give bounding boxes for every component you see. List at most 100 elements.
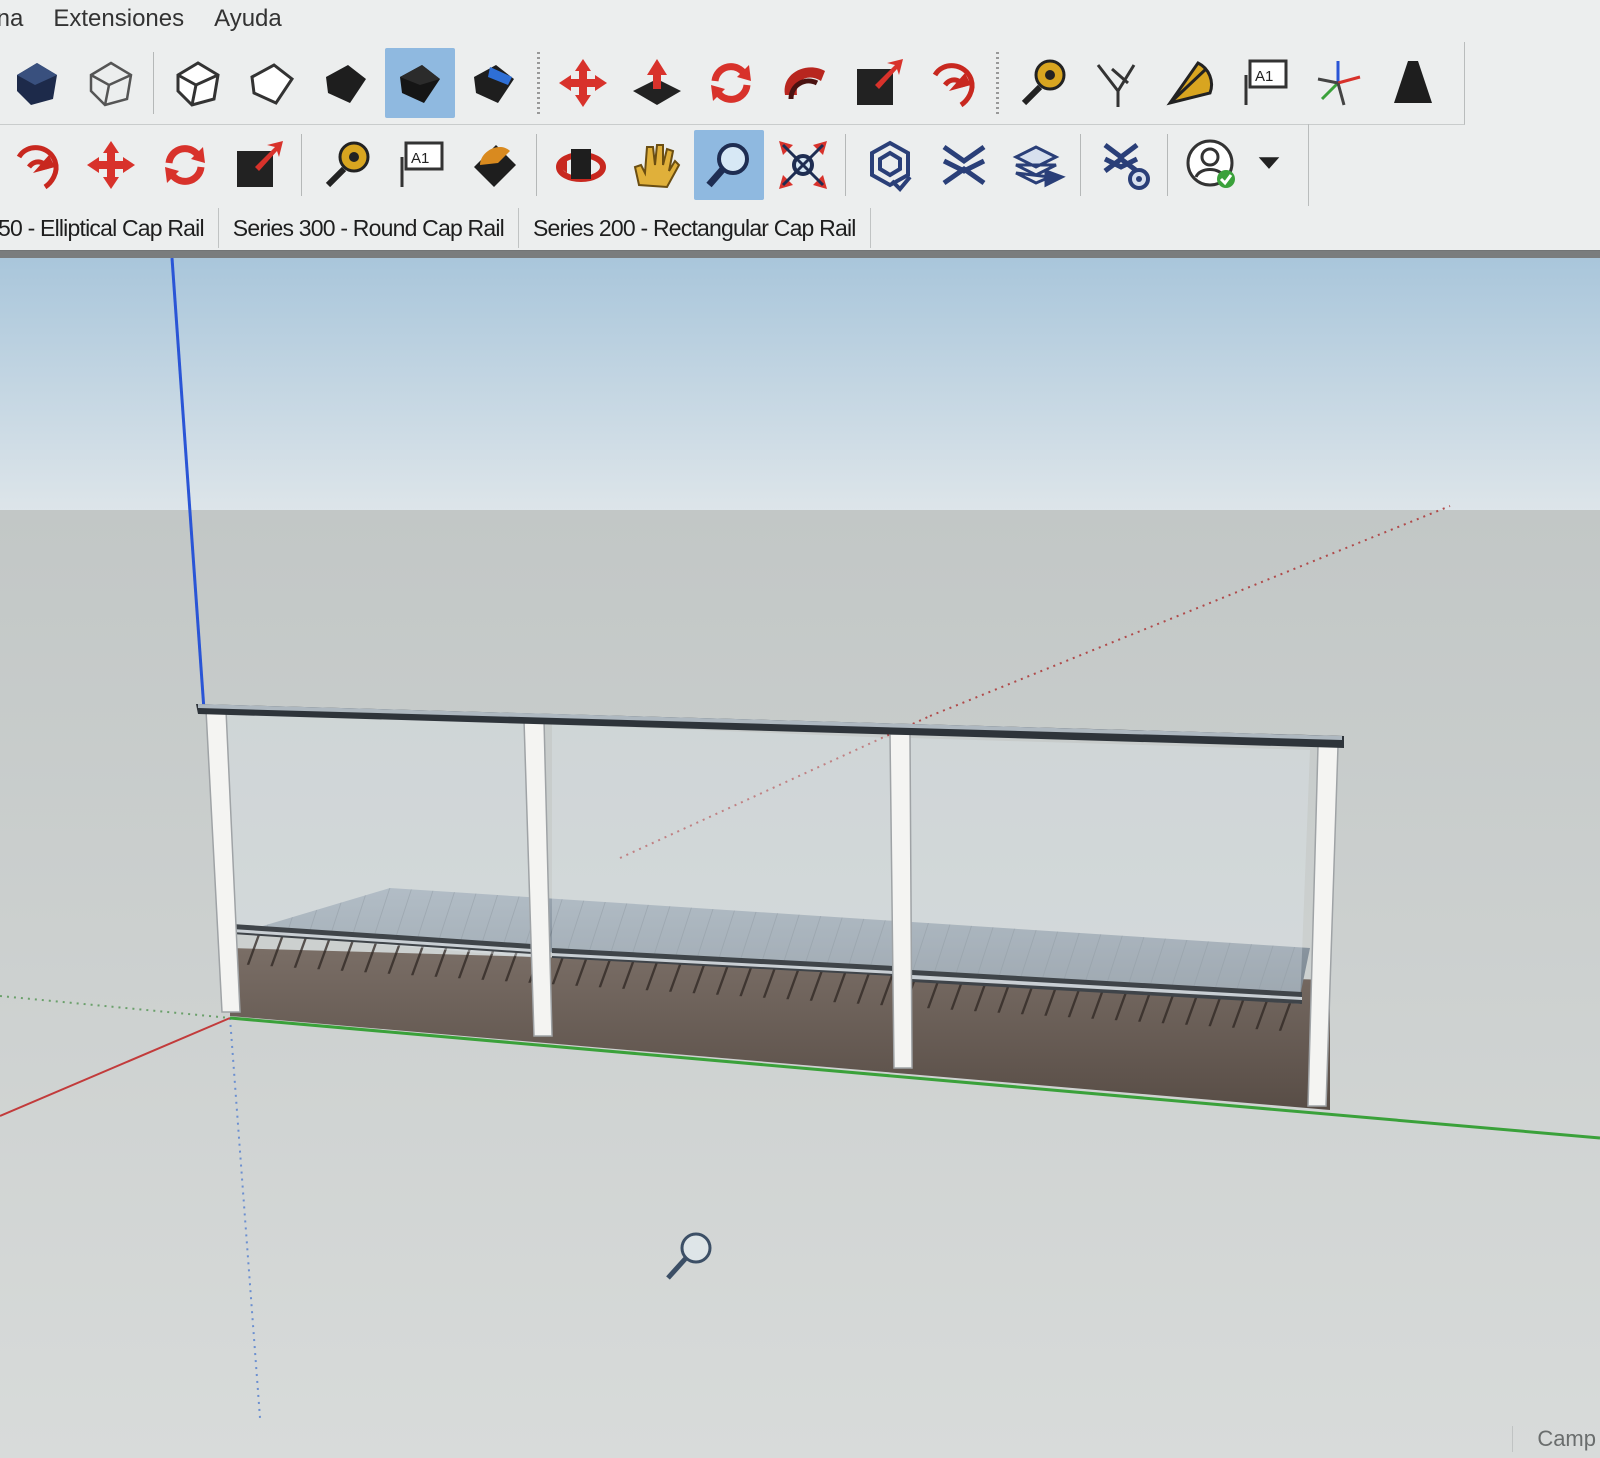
scene-tabs: 50 - Elliptical Cap Rail Series 300 - Ro… — [0, 206, 1600, 251]
protractor-button[interactable] — [1155, 48, 1225, 118]
glass-panel-3 — [910, 738, 1310, 1004]
toolbar-separator — [536, 134, 539, 196]
scale-button[interactable] — [844, 48, 914, 118]
toolbar-grip[interactable] — [996, 52, 999, 114]
shaded-outline-style-button[interactable] — [237, 48, 307, 118]
toolbar-grip[interactable] — [537, 52, 540, 114]
share-model-button[interactable] — [1003, 130, 1073, 200]
monochrome-cube-icon — [474, 65, 514, 103]
x-ray-style-icon — [17, 63, 57, 105]
toolbar-row-tools: A1 — [0, 124, 1309, 206]
extension-manager-button[interactable] — [1090, 130, 1160, 200]
hidden-line-cube-icon — [176, 61, 220, 107]
follow-me-button[interactable] — [770, 48, 840, 118]
scale-button-2[interactable] — [224, 130, 294, 200]
text-label-icon: A1 — [400, 141, 444, 187]
scale-icon — [857, 59, 903, 105]
protractor-icon — [1166, 61, 1214, 106]
account-icon — [1186, 139, 1235, 188]
move-icon — [559, 59, 607, 107]
menu-ayuda[interactable]: Ayuda — [214, 5, 282, 33]
svg-text:A1: A1 — [1255, 68, 1273, 85]
text-label-icon: A1 — [1244, 59, 1288, 105]
tape-measure-icon — [325, 141, 370, 188]
push-pull-icon — [633, 59, 681, 105]
zoom-button[interactable] — [694, 130, 764, 200]
zoom-extents-button[interactable] — [768, 130, 838, 200]
pan-icon — [633, 144, 681, 189]
rotate-button-2[interactable] — [150, 130, 220, 200]
tab-round-cap-rail[interactable]: Series 300 - Round Cap Rail — [219, 208, 519, 248]
shaded-outline-cube-icon — [250, 63, 295, 105]
glass-panel-2 — [552, 724, 900, 974]
axes-button[interactable] — [1303, 48, 1373, 118]
toolbar-separator — [301, 134, 304, 196]
3d-text-icon — [1394, 61, 1432, 103]
x-ray-style-button[interactable] — [2, 48, 72, 118]
rotate-icon — [711, 63, 751, 103]
rotate-button[interactable] — [696, 48, 766, 118]
offset-button[interactable] — [918, 48, 988, 118]
modeling-viewport[interactable] — [0, 258, 1600, 1458]
dimension-icon — [1096, 64, 1136, 107]
glass-panel-1 — [222, 714, 540, 958]
toolbar-separator — [153, 52, 156, 114]
toolbar-separator — [845, 134, 848, 196]
push-pull-button[interactable] — [622, 48, 692, 118]
toolbar-area: A1 A1 — [0, 38, 1600, 206]
menu-ventana[interactable]: ına — [0, 5, 23, 33]
toolbar-separator — [1080, 134, 1083, 196]
wireframe-cube-icon — [89, 61, 133, 107]
extension-warehouse-button[interactable] — [929, 130, 999, 200]
shaded-style-button[interactable] — [311, 48, 381, 118]
tape-measure-button[interactable] — [1007, 48, 1077, 118]
dimension-button[interactable] — [1081, 48, 1151, 118]
tab-elliptical-cap-rail[interactable]: 50 - Elliptical Cap Rail — [0, 208, 219, 248]
paint-bucket-button[interactable] — [459, 130, 529, 200]
orbit-icon — [556, 149, 606, 182]
orbit-button[interactable] — [546, 130, 616, 200]
move-button-2[interactable] — [76, 130, 146, 200]
offset-icon — [16, 145, 59, 190]
3d-warehouse-button[interactable] — [855, 130, 925, 200]
account-button[interactable] — [1177, 130, 1247, 200]
warehouse-icon — [870, 140, 912, 192]
toolbar-row-styles-edit: A1 — [0, 42, 1465, 125]
shaded-textures-cube-icon — [400, 65, 440, 103]
follow-me-icon — [784, 67, 825, 100]
move-button[interactable] — [548, 48, 618, 118]
tape-measure-button-2[interactable] — [311, 130, 381, 200]
paint-bucket-icon — [474, 145, 516, 187]
extension-manager-icon — [1103, 143, 1150, 190]
tape-measure-icon — [1021, 59, 1066, 106]
text-button[interactable]: A1 — [1229, 48, 1299, 118]
account-dropdown-button[interactable] — [1251, 130, 1287, 200]
svg-text:A1: A1 — [411, 150, 429, 167]
dropdown-arrow-icon — [1258, 157, 1280, 169]
menu-extensiones[interactable]: Extensiones — [53, 5, 184, 33]
share-model-icon — [1012, 145, 1066, 188]
sky — [0, 258, 1600, 520]
tab-rectangular-cap-rail[interactable]: Series 200 - Rectangular Cap Rail — [519, 208, 871, 248]
wireframe-style-button[interactable] — [76, 48, 146, 118]
hidden-line-style-button[interactable] — [163, 48, 233, 118]
shaded-textures-style-button[interactable] — [385, 48, 455, 118]
status-bar-text: Camp — [1512, 1426, 1596, 1452]
zoom-icon — [706, 143, 749, 188]
scale-icon — [237, 141, 283, 187]
offset-icon — [932, 63, 975, 108]
monochrome-style-button[interactable] — [459, 48, 529, 118]
menu-bar: ına Extensiones Ayuda — [0, 0, 1600, 38]
toolbar-separator — [1167, 134, 1170, 196]
axes-icon — [1317, 61, 1361, 106]
scene-canvas[interactable] — [0, 258, 1600, 1458]
offset-button-2[interactable] — [2, 130, 72, 200]
text-button-2[interactable]: A1 — [385, 130, 455, 200]
extension-warehouse-icon — [942, 144, 986, 186]
pan-button[interactable] — [620, 130, 690, 200]
rotate-icon — [165, 145, 205, 185]
move-icon — [87, 141, 135, 189]
shaded-cube-icon — [326, 65, 366, 103]
3d-text-button[interactable] — [1377, 48, 1447, 118]
zoom-extents-icon — [779, 141, 827, 189]
